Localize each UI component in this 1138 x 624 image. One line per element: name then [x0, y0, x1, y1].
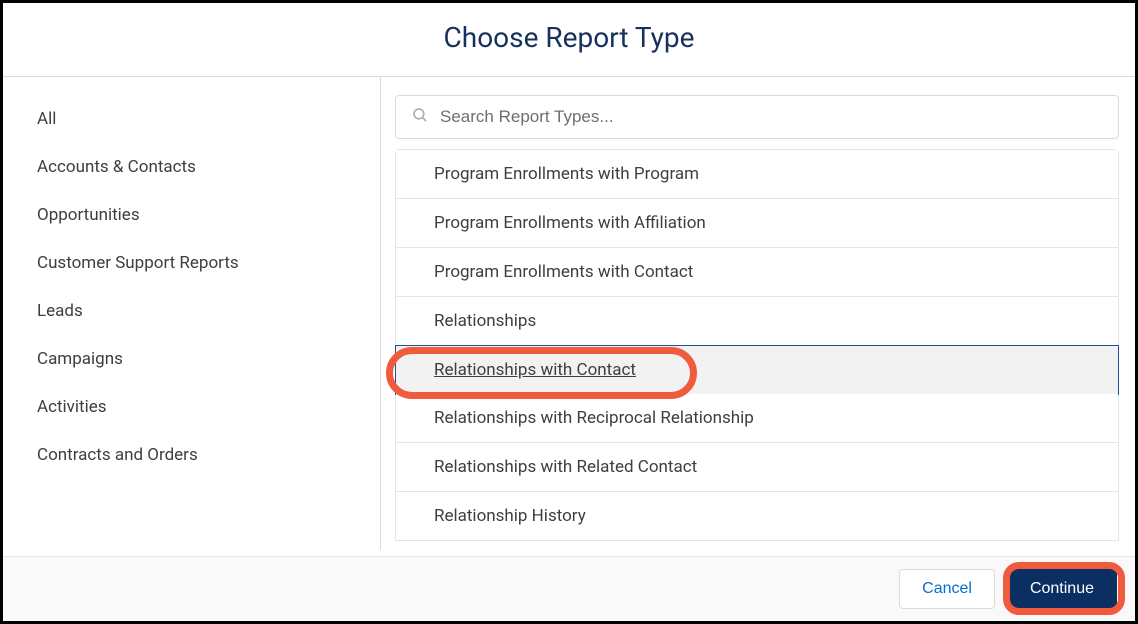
cancel-button[interactable]: Cancel: [899, 569, 995, 609]
dialog-content: All Accounts & Contacts Opportunities Cu…: [3, 77, 1135, 550]
search-input[interactable]: [395, 95, 1119, 139]
sidebar-item-activities[interactable]: Activities: [3, 383, 380, 431]
categories-sidebar: All Accounts & Contacts Opportunities Cu…: [3, 77, 381, 550]
list-item[interactable]: Relationships: [396, 297, 1118, 346]
list-item-selected[interactable]: Relationships with Contact: [395, 345, 1119, 395]
search-wrap: [395, 95, 1119, 139]
list-item-label: Program Enrollments with Program: [434, 164, 699, 184]
sidebar-item-campaigns[interactable]: Campaigns: [3, 335, 380, 383]
list-item[interactable]: Relationships with Related Contact: [396, 443, 1118, 492]
sidebar-item-contracts-orders[interactable]: Contracts and Orders: [3, 431, 380, 479]
list-item-label: Program Enrollments with Affiliation: [434, 213, 706, 233]
list-item-label: Relationships with Contact: [434, 360, 636, 380]
list-item-label: Relationships: [434, 311, 536, 331]
list-item-label: Relationship History: [434, 506, 586, 526]
list-item[interactable]: Program Enrollments with Program: [396, 150, 1118, 199]
list-item[interactable]: Program Enrollments with Contact: [396, 248, 1118, 297]
list-item[interactable]: Program Enrollments with Affiliation: [396, 199, 1118, 248]
main-panel: Program Enrollments with Program Program…: [381, 77, 1135, 550]
sidebar-item-accounts-contacts[interactable]: Accounts & Contacts: [3, 143, 380, 191]
dialog-header: Choose Report Type: [3, 3, 1135, 76]
dialog-footer: Cancel Continue: [3, 556, 1135, 621]
list-item[interactable]: Relationships with Reciprocal Relationsh…: [396, 394, 1118, 443]
list-item-label: Program Enrollments with Contact: [434, 262, 693, 282]
report-type-list: Program Enrollments with Program Program…: [395, 149, 1119, 541]
list-item-label: Relationships with Related Contact: [434, 457, 697, 477]
sidebar-item-customer-support[interactable]: Customer Support Reports: [3, 239, 380, 287]
sidebar-item-leads[interactable]: Leads: [3, 287, 380, 335]
continue-button[interactable]: Continue: [1007, 569, 1117, 609]
list-item-label: Relationships with Reciprocal Relationsh…: [434, 408, 754, 428]
list-item[interactable]: Relationship History: [396, 492, 1118, 540]
sidebar-item-opportunities[interactable]: Opportunities: [3, 191, 380, 239]
dialog-title: Choose Report Type: [3, 21, 1135, 54]
sidebar-item-all[interactable]: All: [3, 95, 380, 143]
